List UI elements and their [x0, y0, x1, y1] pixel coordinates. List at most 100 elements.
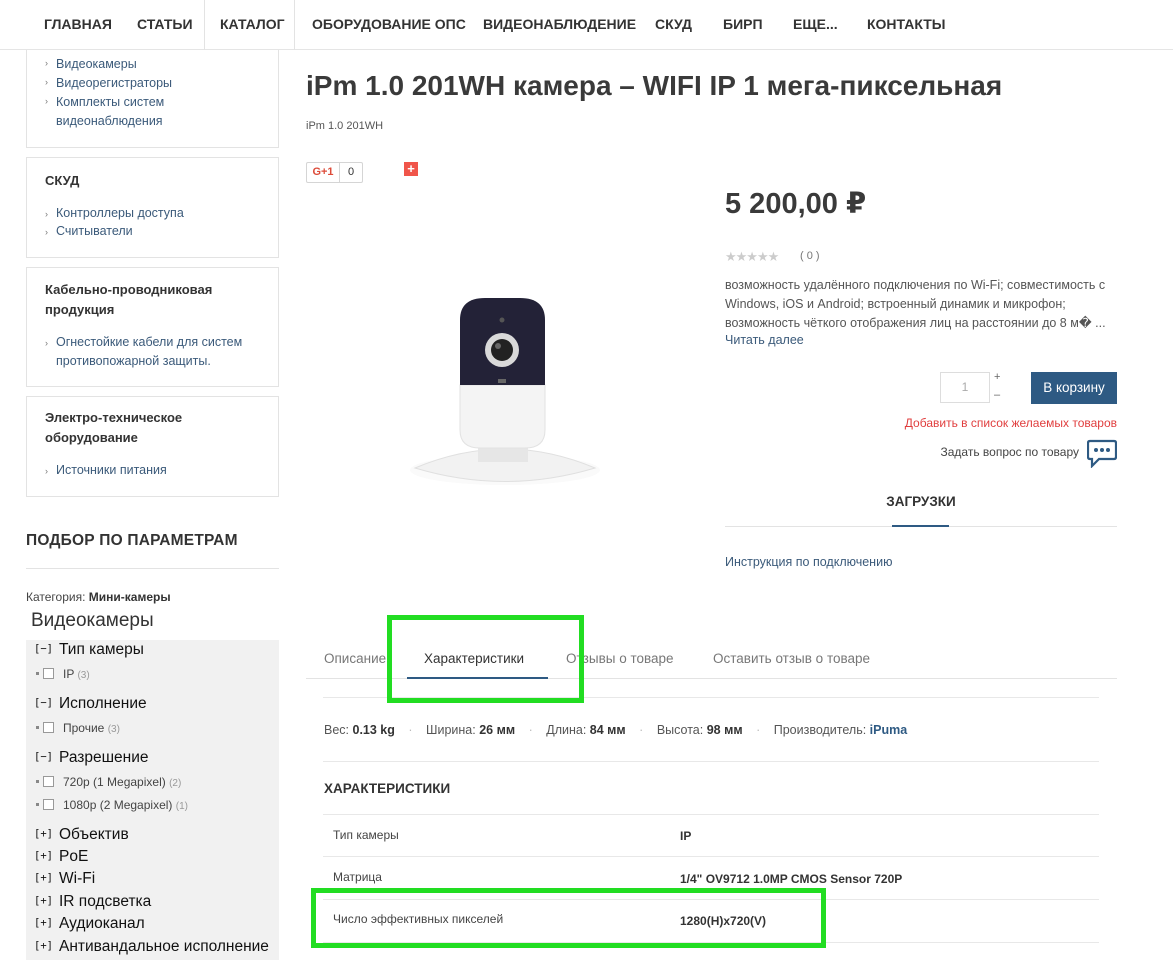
nav-video-surveillance[interactable]: ВИДЕОНАБЛЮДЕНИЕ [483, 0, 636, 50]
checkbox[interactable] [43, 722, 54, 733]
attr-width-value: 26 мм [479, 723, 516, 737]
divider [26, 568, 279, 569]
nav-contacts[interactable]: КОНТАКТЫ [867, 0, 945, 50]
product-image[interactable] [405, 290, 605, 500]
nav-birp[interactable]: БИРП [723, 0, 763, 50]
sidebar-link-power[interactable]: Источники питания [56, 461, 167, 480]
sidebar-link-kits-cont[interactable]: видеонаблюдения [56, 112, 163, 131]
attr-height-label: Высота: [656, 723, 704, 737]
filter-category-value[interactable]: Мини-камеры [89, 590, 171, 604]
product-sku: iPm 1.0 201WH [306, 120, 384, 132]
spec-key: Матрица [333, 870, 382, 884]
gplus-label: G+1 [307, 163, 340, 182]
filter-group-audio[interactable]: [+] Аудиоканал [34, 915, 145, 933]
highlight-box [311, 888, 826, 948]
ask-question-link[interactable]: Задать вопрос по товару [940, 445, 1079, 459]
downloads-underline [892, 525, 949, 527]
filter-option-1080p[interactable]: 1080p (2 Megapixel) (1) [36, 798, 188, 812]
camera-lens-glint [495, 343, 501, 349]
share-plus-button[interactable]: + [404, 162, 418, 176]
product-title: iPm 1.0 201WH камера – WIFI IP 1 мега-пи… [306, 70, 1003, 101]
attr-height-value: 98 мм [706, 723, 743, 737]
checkbox[interactable] [43, 799, 54, 810]
checkbox[interactable] [43, 776, 54, 787]
bullet: › [45, 209, 48, 219]
quantity-increase-button[interactable]: + [994, 371, 1000, 383]
downloads-heading: ЗАГРУЗКИ [886, 494, 956, 509]
filter-group-label: Исполнение [59, 695, 147, 712]
filter-group-antivandal[interactable]: [+] Антивандальное исполнение [34, 938, 269, 956]
filter-group-ir[interactable]: [+] IR подсветка [34, 893, 151, 911]
nav-home[interactable]: ГЛАВНАЯ [44, 0, 112, 50]
sidebar-link-cameras[interactable]: Видеокамеры [56, 55, 137, 74]
attr-maker-label: Производитель: [773, 723, 867, 737]
sidebar-title-electro-cont: оборудование [45, 430, 138, 445]
sidebar-link-kits[interactable]: Комплекты систем [56, 93, 164, 112]
filter-group-label: Разрешение [59, 749, 149, 766]
sidebar-link-fire-cables[interactable]: Огнестойкие кабели для систем [56, 333, 242, 352]
tree-dot [36, 803, 39, 806]
nav-skud[interactable]: СКУД [655, 0, 692, 50]
gplus-share-button[interactable]: G+1 0 [306, 162, 363, 183]
sidebar-link-fire-cables-cont[interactable]: противопожарной защиты. [56, 352, 211, 371]
nav-ops-equipment[interactable]: ОБОРУДОВАНИЕ ОПС [312, 0, 466, 50]
filter-option-ip[interactable]: IP (3) [36, 667, 90, 681]
bullet: › [45, 77, 48, 87]
spec-value: 1/4" OV9712 1.0MP CMOS Sensor 720P [680, 872, 903, 886]
spec-value: IP [680, 829, 692, 843]
chat-bubble-icon[interactable] [1087, 438, 1117, 468]
tab-write-review[interactable]: Оставить отзыв о товаре [713, 651, 870, 666]
sidebar-link-recorders[interactable]: Видеорегистраторы [56, 74, 172, 93]
add-to-cart-button[interactable]: В корзину [1031, 372, 1117, 404]
expand-toggle[interactable]: [+] [34, 940, 59, 952]
tab-description[interactable]: Описание [324, 651, 386, 666]
nav-catalog[interactable]: КАТАЛОГ [220, 0, 285, 50]
gplus-count: 0 [347, 166, 355, 178]
expand-toggle[interactable]: [+] [34, 828, 59, 840]
divider [323, 761, 1099, 762]
sidebar-title-electro: Электро-техническое [45, 410, 183, 425]
expand-toggle[interactable]: [+] [34, 872, 59, 884]
download-instruction-link[interactable]: Инструкция по подключению [725, 555, 892, 569]
read-more-link[interactable]: Читать далее [725, 333, 804, 347]
collapse-toggle[interactable]: [−] [34, 697, 59, 709]
expand-toggle[interactable]: [+] [34, 917, 59, 929]
tree-dot [36, 726, 39, 729]
add-to-wishlist-link[interactable]: Добавить в список желаемых товаров [905, 416, 1117, 430]
collapse-toggle[interactable]: [−] [34, 643, 59, 655]
filter-heading: ПОДБОР ПО ПАРАМЕТРАМ [26, 532, 238, 549]
sidebar-link-controllers[interactable]: Контроллеры доступа [56, 204, 184, 223]
quantity-decrease-button[interactable]: – [994, 389, 1000, 401]
bullet: › [45, 338, 48, 348]
filter-option-720p[interactable]: 720p (1 Megapixel) (2) [36, 775, 181, 789]
nav-more[interactable]: ЕЩЕ... [793, 0, 838, 50]
nav-articles[interactable]: СТАТЬИ [137, 0, 193, 50]
filter-category-label: Категория: [26, 590, 86, 604]
filter-group-poe[interactable]: [+] PoE [34, 848, 88, 866]
sidebar-box-skud: СКУД › Контроллеры доступа › Считыватели [26, 157, 279, 258]
nav-separator [204, 0, 205, 50]
sidebar-link-readers[interactable]: Считыватели [56, 222, 133, 241]
filter-group-execution[interactable]: [−] Исполнение [34, 695, 147, 713]
rating-stars-icon[interactable]: ★★★★★ [725, 249, 779, 265]
attr-weight-value: 0.13 kg [352, 723, 395, 737]
collapse-toggle[interactable]: [−] [34, 751, 59, 763]
sidebar-box-video: › Видеокамеры › Видеорегистраторы › Комп… [26, 50, 279, 148]
filter-group-lens[interactable]: [+] Объектив [34, 826, 129, 844]
filter-option-label: 720p (1 Megapixel) [63, 775, 166, 789]
expand-toggle[interactable]: [+] [34, 850, 59, 862]
attr-weight-label: Вес: [324, 723, 350, 737]
bullet: › [45, 58, 48, 68]
filter-group-resolution[interactable]: [−] Разрешение [34, 749, 149, 767]
attr-maker-link[interactable]: iPuma [870, 723, 908, 737]
filter-option-other[interactable]: Прочие (3) [36, 721, 120, 735]
spec-key: Тип камеры [333, 828, 399, 842]
checkbox[interactable] [43, 668, 54, 679]
filter-group-camera-type[interactable]: [−] Тип камеры [34, 641, 144, 659]
filter-group-wifi[interactable]: [+] Wi-Fi [34, 870, 95, 888]
filter-option-label: 1080p (2 Megapixel) [63, 798, 173, 812]
tree-dot [36, 780, 39, 783]
filter-group-label: PoE [59, 848, 89, 865]
expand-toggle[interactable]: [+] [34, 895, 59, 907]
quantity-input[interactable]: 1 [940, 372, 990, 403]
